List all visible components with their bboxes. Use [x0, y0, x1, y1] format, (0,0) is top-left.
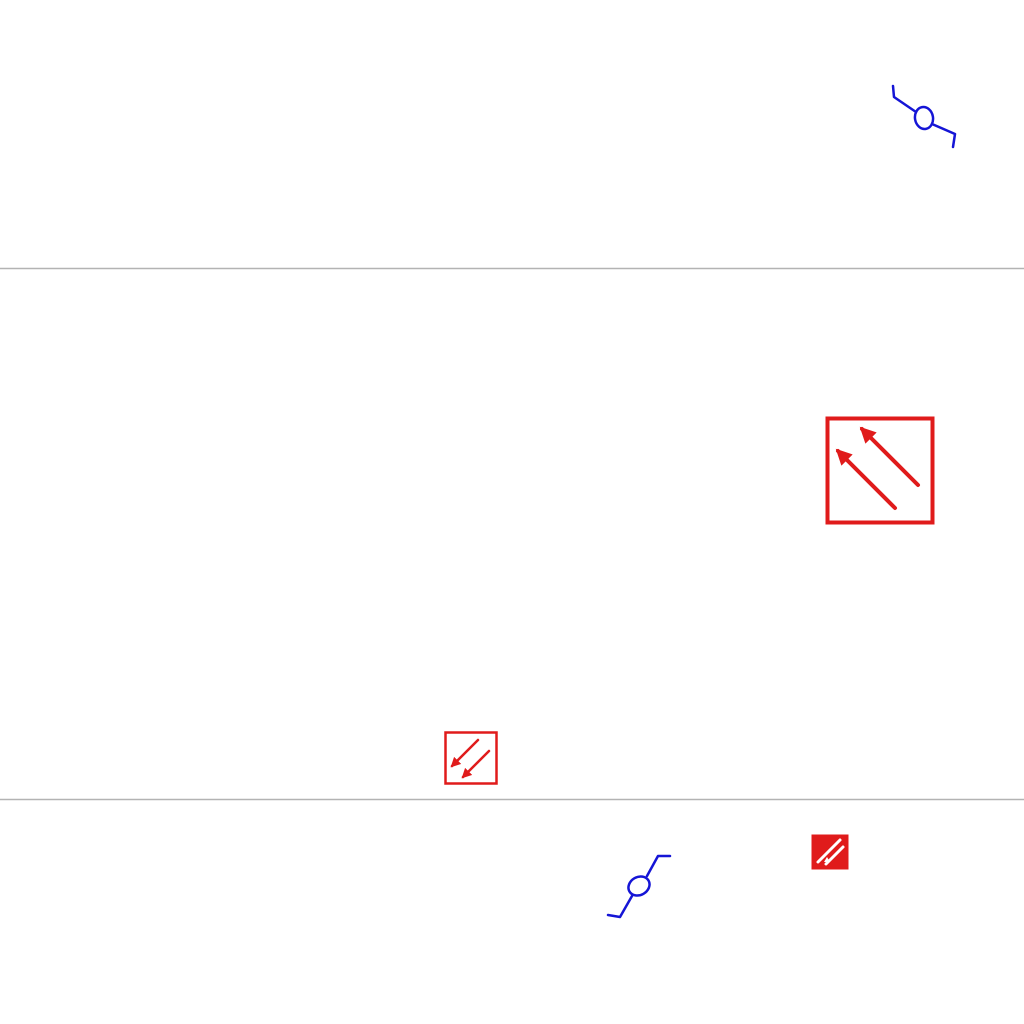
filled-arrow-box — [811, 834, 849, 870]
valve-symbol-bottom — [606, 854, 672, 919]
arrow-down-left-icon — [450, 738, 480, 768]
arrow-box-small — [444, 731, 498, 785]
arrow-box-small-frame — [444, 731, 498, 785]
valve-symbol-top-right — [891, 84, 957, 149]
arrow-box-large-frame — [825, 416, 935, 525]
arrow-down-left-icon — [461, 749, 491, 779]
arrow-box-large — [825, 416, 935, 525]
arrow-up-left-icon — [859, 426, 920, 487]
diagram-canvas — [0, 84, 1024, 919]
arrow-up-left-icon — [835, 448, 897, 510]
